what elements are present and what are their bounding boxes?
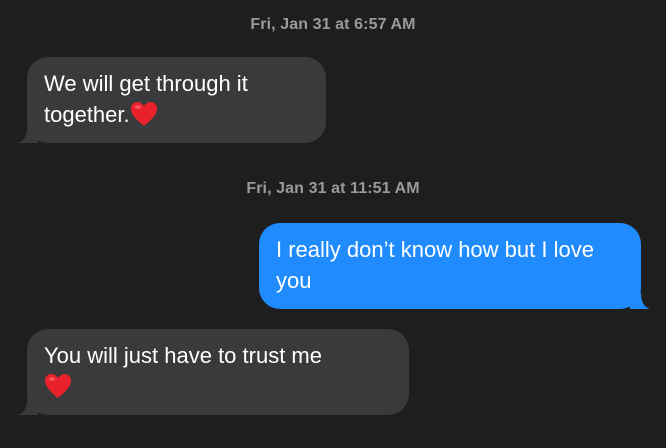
message-text: You will just have to trust me [44,343,322,368]
bubble-tail [630,289,650,309]
incoming-message-bubble[interactable]: You will just have to trust me [18,329,409,415]
bubble-tail [18,123,38,143]
incoming-message-bubble[interactable]: We will get through it together. [18,57,326,143]
message-thread: Fri, Jan 31 at 6:57 AM We will get throu… [0,0,666,448]
timestamp: Fri, Jan 31 at 6:57 AM [250,16,416,33]
outgoing-message-bubble[interactable]: I really don’t know how but I love you [259,223,650,309]
heart-emoji-icon [130,101,158,127]
message-text: I really don’t know how but I love you [276,237,594,293]
timestamp: Fri, Jan 31 at 11:51 AM [246,180,420,197]
bubble-tail [18,395,38,415]
heart-emoji-icon [44,373,72,399]
